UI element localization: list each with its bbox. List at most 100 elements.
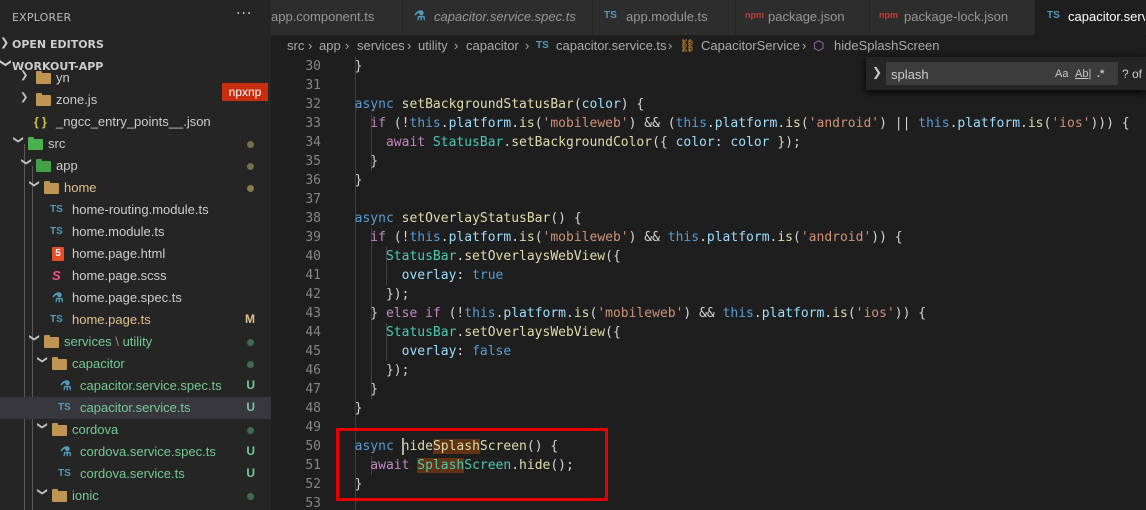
code-token: : — [456, 268, 473, 283]
tree-item-cordova[interactable]: ❯ cordova — [0, 419, 271, 441]
tree-item-label: capacitor.service.ts — [80, 400, 191, 415]
code-line[interactable]: if (!this.platform.is('mobileweb') && (t… — [339, 114, 1130, 133]
tree-item-capacitor-service[interactable]: TS capacitor.service.ts U — [0, 397, 271, 419]
code-line[interactable]: overlay: false — [339, 342, 512, 361]
test-flask-icon: ⚗ — [52, 290, 64, 305]
more-actions-icon[interactable]: ··· — [236, 6, 252, 22]
tree-item-src[interactable]: ❯ src — [0, 133, 271, 155]
code-line[interactable]: async setBackgroundStatusBar(color) { — [339, 95, 645, 114]
breadcrumb-item-utility[interactable]: utility — [418, 38, 448, 53]
breadcrumb-separator: › — [308, 38, 313, 53]
code-token: this — [409, 230, 441, 245]
code-line[interactable]: }); — [339, 361, 410, 380]
git-status-badge: U — [246, 378, 255, 392]
tab-app-module[interactable]: TS app.module.ts — [593, 0, 736, 35]
line-number: 48 — [305, 401, 321, 416]
code-line[interactable]: StatusBar.setOverlaysWebView({ — [339, 323, 621, 342]
code-line[interactable]: } — [339, 152, 378, 171]
breadcrumb-item-services[interactable]: services — [357, 38, 405, 53]
breadcrumb-item-method[interactable]: hideSplashScreen — [834, 38, 940, 53]
tab-capacitor-service[interactable]: TS capacitor.service.ts — [1035, 0, 1146, 35]
chevron-down-icon: ❯ — [36, 355, 48, 364]
code-token: StatusBar — [339, 249, 457, 264]
code-token: color — [675, 135, 715, 150]
code-line[interactable]: } else if (!this.platform.is('mobileweb'… — [339, 304, 926, 323]
code-line[interactable]: } — [339, 380, 378, 399]
find-input-value: splash — [891, 67, 929, 82]
tab-app-component[interactable]: app.component.ts — [271, 0, 403, 35]
open-editors-section[interactable]: ❯ OPEN EDITORS — [0, 34, 271, 56]
breadcrumb-separator: › — [668, 38, 673, 53]
tree-item-capacitor-spec[interactable]: ⚗ capacitor.service.spec.ts U — [0, 375, 271, 397]
match-case-icon[interactable]: Aa — [1055, 68, 1068, 80]
tree-item-label: app — [56, 158, 78, 173]
code-token: 'ios' — [855, 306, 895, 321]
tree-item-app[interactable]: ❯ app — [0, 155, 271, 177]
code-line[interactable]: StatusBar.setOverlaysWebView({ — [339, 247, 621, 266]
regex-icon[interactable]: .* — [1097, 68, 1104, 80]
line-number: 47 — [305, 382, 321, 397]
code-line[interactable]: } — [339, 171, 363, 190]
tree-item-home-scss[interactable]: S home.page.scss — [0, 265, 271, 287]
breadcrumb-item-class[interactable]: CapacitorService — [701, 38, 800, 53]
chevron-right-icon[interactable]: ❯ — [872, 65, 882, 79]
breadcrumb-item-capacitor[interactable]: capacitor — [466, 38, 519, 53]
code-token: this — [722, 306, 754, 321]
code-line[interactable]: async setOverlayStatusBar() { — [339, 209, 582, 228]
class-icon: ⛓ — [679, 38, 696, 53]
tab-package-lock-json[interactable]: npm package-lock.json — [870, 0, 1035, 35]
code-token: 'android' — [808, 116, 880, 131]
code-line[interactable]: await StatusBar.setBackgroundColor({ col… — [339, 133, 801, 152]
folder-icon — [52, 423, 68, 437]
code-line[interactable]: } — [339, 57, 363, 76]
tree-item-ionic[interactable]: ❯ ionic — [0, 485, 271, 507]
tree-item-label: home.page.html — [72, 246, 166, 261]
tree-item-cordova-spec[interactable]: ⚗ cordova.service.spec.ts U — [0, 441, 271, 463]
code-line[interactable]: }); — [339, 285, 410, 304]
code-token: (! — [448, 306, 465, 321]
code-token: else if — [385, 306, 449, 321]
code-line[interactable]: overlay: true — [339, 266, 504, 285]
code-token: is — [519, 116, 535, 131]
line-number: 41 — [305, 268, 321, 283]
tree-item-services-utility[interactable]: ❯ services \ utility — [0, 331, 271, 353]
code-token: setOverlaysWebView — [464, 325, 606, 340]
tree-item-label: ionic — [72, 488, 99, 503]
code-token: is — [832, 306, 848, 321]
find-input[interactable]: splash Aa Ab| .* — [886, 62, 1118, 85]
code-token: . — [753, 306, 762, 321]
code-token: ))) { — [1090, 116, 1130, 131]
tree-item-ngcc-json[interactable]: { } _ngcc_entry_points__.json — [0, 111, 271, 133]
tree-item-home-html[interactable]: 5 home.page.html — [0, 243, 271, 265]
breadcrumb-item-file[interactable]: capacitor.service.ts — [556, 38, 667, 53]
breadcrumb-item-app[interactable]: app — [319, 38, 341, 53]
code-token: color — [730, 135, 770, 150]
folder-icon — [44, 181, 60, 195]
code-token: is — [1027, 116, 1044, 131]
tree-item-home-spec[interactable]: ⚗ home.page.spec.ts — [0, 287, 271, 309]
code-token: }); — [769, 135, 801, 150]
breadcrumb-item-src[interactable]: src — [287, 38, 304, 53]
tree-item-cordova-service[interactable]: TS cordova.service.ts U — [0, 463, 271, 485]
tree-item-home[interactable]: ❯ home — [0, 177, 271, 199]
line-number: 37 — [305, 192, 321, 207]
code-token: ( — [847, 306, 856, 321]
whole-word-icon[interactable]: Ab| — [1075, 68, 1091, 80]
tree-item-home-routing[interactable]: TS home-routing.module.ts — [0, 199, 271, 221]
code-line[interactable]: } — [339, 399, 363, 418]
tab-capacitor-spec[interactable]: ⚗ capacitor.service.spec.ts — [403, 0, 593, 35]
tree-item-capacitor[interactable]: ❯ capacitor — [0, 353, 271, 375]
tree-item-home-page-ts[interactable]: TS home.page.ts M — [0, 309, 271, 331]
code-token: } — [339, 382, 379, 397]
code-token: } — [339, 306, 386, 321]
line-number: 50 — [305, 439, 321, 454]
line-number: 31 — [305, 78, 321, 93]
tree-item-home-module[interactable]: TS home.module.ts — [0, 221, 271, 243]
npx-badge: npxnp — [222, 83, 268, 101]
tab-package-json[interactable]: npm package.json — [736, 0, 870, 35]
code-line[interactable]: if (!this.platform.is('mobileweb') && th… — [339, 228, 902, 247]
code-token: . — [511, 230, 520, 245]
modified-dot-icon — [247, 141, 254, 148]
tab-label: app.module.ts — [626, 9, 708, 24]
code-token: . — [440, 116, 449, 131]
